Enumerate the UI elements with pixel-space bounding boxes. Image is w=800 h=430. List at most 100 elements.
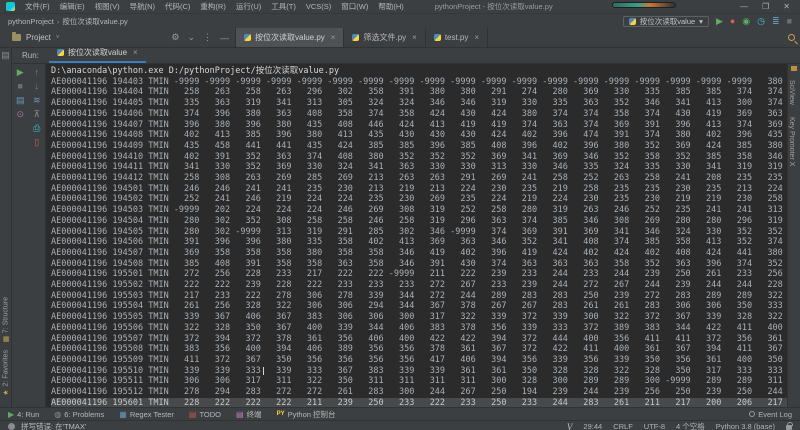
console-data-line: AE000041196 195505 TMIN 339 367 406 367 …	[51, 312, 783, 323]
problems-tool-button[interactable]: ◍ 6: Problems	[54, 410, 104, 419]
editor-tab-label: 筛选文件.py	[363, 33, 407, 42]
console-data-line: AE000041196 195501 TMIN 272 256 228 233 …	[51, 269, 783, 280]
console-data-line: AE000041196 194505 TMIN 280 302 -9999 31…	[51, 226, 783, 237]
window-controls: — ❐ ✕	[740, 0, 796, 13]
console-data-line: AE000041196 195509 TMIN 411 372 367 350 …	[51, 354, 783, 365]
debug-icon[interactable]: ●	[730, 16, 735, 27]
editor-tab-label: test.py	[444, 33, 469, 42]
console-data-line: AE000041196 194503 TMIN -9999 202 224 22…	[51, 205, 783, 216]
print-icon[interactable]: ⎙	[33, 124, 40, 133]
menu-item[interactable]: 运行(U)	[231, 2, 266, 11]
console-data-line: AE000041196 194409 TMIN 435 458 441 441 …	[51, 140, 783, 151]
file-encoding[interactable]: UTF-8	[644, 422, 665, 430]
up-stacktrace-icon[interactable]: ↑	[35, 68, 40, 77]
tool-button-label: Python 控制台	[287, 409, 336, 419]
more-options-icon[interactable]: ⋮	[203, 32, 212, 43]
breadcrumb-file[interactable]: 按位次读取value.py	[62, 16, 127, 27]
search-everywhere-icon[interactable]	[788, 34, 795, 41]
run-coverage-icon[interactable]: ◉	[742, 16, 750, 27]
run-tab[interactable]: 按位次读取value ×	[48, 45, 146, 63]
console-data-line: AE000041196 195601 TMIN 228 222 222 222 …	[51, 397, 787, 407]
collapse-all-icon[interactable]: ⌄	[187, 32, 195, 43]
python-console-tool-button[interactable]: PY Python 控制台	[277, 409, 336, 420]
console-data-line: AE000041196 194403 TMIN -9999 -9999 -999…	[51, 76, 783, 87]
breadcrumb-project[interactable]: pythonProject	[8, 17, 54, 26]
run-icon[interactable]: ▶	[716, 16, 723, 27]
down-stacktrace-icon[interactable]: ↓	[35, 82, 40, 91]
todo-tool-button-icon: ▤	[188, 409, 197, 419]
run-console-toolbar: ▶ ■ ▤ ⊙ ↑ ↓ ≋ ⊼ ⎙ ▯	[12, 64, 46, 407]
navigation-bar: pythonProject › 按位次读取value.py 按位次读取value…	[0, 14, 800, 28]
softwrap-icon[interactable]: ≋	[33, 96, 41, 105]
editor-tab[interactable]: 按位次读取value.py ×	[236, 28, 345, 47]
close-button[interactable]: ✕	[783, 0, 790, 13]
close-icon[interactable]: ×	[412, 33, 417, 42]
structure-tool-button[interactable]: ▦ 7: Structure	[2, 297, 10, 344]
scroll-to-end-icon[interactable]: ⊼	[33, 110, 40, 119]
vim-mode-icon[interactable]: V	[567, 422, 573, 430]
favorites-tool-button[interactable]: ★ 2: Favorites	[2, 350, 10, 398]
run-tool-button-icon: ▶	[8, 409, 15, 419]
stop-icon[interactable]: ■	[18, 82, 23, 91]
console-data-line: AE000041196 194411 TMIN 341 330 352 369 …	[51, 162, 783, 173]
chevron-down-icon: ▾	[699, 16, 703, 26]
run-configuration-label: 按位次读取value	[639, 16, 696, 26]
favorites-tool-button-icon: ★	[1, 390, 10, 397]
menu-item[interactable]: 代码(C)	[160, 2, 195, 11]
menu-item[interactable]: 编辑(E)	[55, 2, 90, 11]
rerun-icon[interactable]: ▶	[17, 68, 24, 77]
menu-item[interactable]: VCS(S)	[301, 2, 336, 11]
terminal-tool-button[interactable]: ▤ 终端	[236, 409, 262, 420]
pycharm-logo-icon	[6, 2, 15, 11]
hide-panel-icon[interactable]: —	[220, 33, 229, 43]
indent-setting[interactable]: 4 个空格	[676, 421, 705, 430]
maximize-button[interactable]: ❐	[762, 0, 769, 13]
lock-icon[interactable]	[786, 422, 793, 430]
console-data-line: AE000041196 194405 TMIN 335 363 319 341 …	[51, 98, 783, 109]
menu-item[interactable]: 导航(N)	[125, 2, 160, 11]
event-log-button[interactable]: Event Log	[749, 410, 792, 419]
menu-item[interactable]: 视图(V)	[90, 2, 125, 11]
menu-item[interactable]: 帮助(H)	[373, 2, 408, 11]
window-title: pythonProject - 按位次读取value.py	[434, 2, 553, 11]
editor-tab[interactable]: 筛选文件.py ×	[344, 28, 426, 47]
python-interpreter[interactable]: Python 3.8 (base)	[716, 422, 775, 430]
python-icon	[56, 49, 64, 56]
restore-layout-icon[interactable]: ▤	[16, 96, 25, 105]
profiler-icon[interactable]: ◷	[757, 16, 765, 27]
console-data-line: AE000041196 194408 TMIN 402 413 385 396 …	[51, 130, 783, 141]
inspections-icon[interactable]	[8, 423, 15, 430]
line-separator[interactable]: CRLF	[613, 422, 633, 430]
clear-all-icon[interactable]: ▯	[34, 138, 39, 147]
close-icon[interactable]: ×	[474, 33, 479, 42]
text-caret	[262, 366, 264, 375]
menu-item[interactable]: 文件(F)	[20, 2, 55, 11]
terminal-tool-button-icon: ▤	[236, 409, 244, 419]
close-icon[interactable]: ×	[331, 33, 336, 42]
stripe-label[interactable]: Key Promoter X	[788, 117, 795, 166]
left-tool-stripe: ▤ ▦ 7: Structure ★ 2: Favorites	[0, 48, 12, 407]
console-data-line: AE000041196 195511 TMIN 306 306 317 311 …	[51, 376, 783, 387]
menu-item[interactable]: 窗口(W)	[336, 2, 373, 11]
pin-icon[interactable]: ⊙	[16, 110, 24, 119]
right-tool-stripe: SciView Key Promoter X	[787, 64, 800, 407]
minimize-button[interactable]: —	[740, 0, 748, 13]
run-tool-button[interactable]: ▶ 4: Run	[8, 410, 39, 419]
console-output[interactable]: D:\anaconda\python.exe D:/pythonProject/…	[46, 64, 787, 407]
editor-tab[interactable]: test.py ×	[425, 28, 489, 47]
close-icon[interactable]: ×	[133, 48, 138, 57]
run-configuration-select[interactable]: 按位次读取value ▾	[622, 15, 709, 27]
menu-item[interactable]: 重构(R)	[195, 2, 230, 11]
folder-icon	[12, 32, 21, 41]
todo-tool-button[interactable]: ▤ TODO	[189, 410, 221, 419]
stop-icon[interactable]: ■	[787, 16, 792, 27]
settings-icon[interactable]: ⚙	[171, 32, 179, 43]
caret-position[interactable]: 29:44	[583, 422, 602, 430]
concurrency-diagram-icon[interactable]: ≣	[772, 16, 780, 27]
menu-item[interactable]: 工具(T)	[266, 2, 301, 11]
database-icon[interactable]: ▤	[1, 51, 10, 60]
console-data-line: AE000041196 194412 TMIN 258 308 263 269 …	[51, 173, 783, 184]
regex-tester-tool-button[interactable]: ▦ Regex Tester	[119, 410, 174, 419]
stripe-label[interactable]: SciView	[788, 80, 795, 105]
editor-tab-label: 按位次读取value.py	[255, 33, 325, 42]
